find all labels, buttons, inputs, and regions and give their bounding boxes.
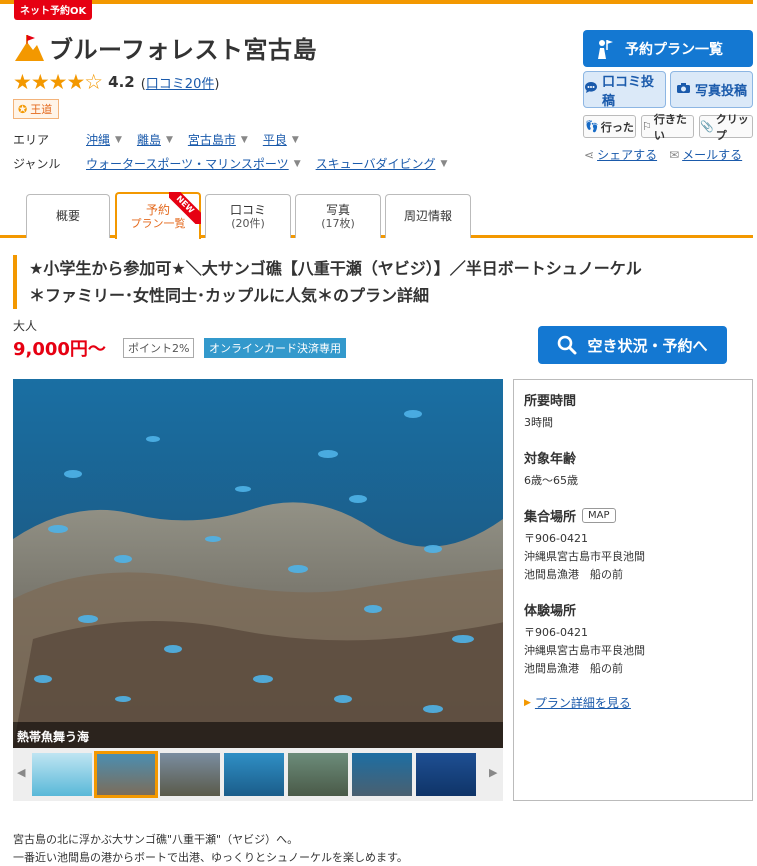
triangle-right-icon: ▶: [524, 697, 531, 708]
prev-arrow-icon[interactable]: ◀: [17, 766, 25, 779]
coral-reef-image: [13, 379, 503, 748]
area-label: エリア: [13, 133, 50, 147]
genre-link-water-sports[interactable]: ウォータースポーツ・マリンスポーツ: [86, 155, 289, 172]
new-ribbon: NEW: [169, 192, 201, 224]
thumbnail[interactable]: [32, 753, 92, 796]
thumbnail[interactable]: [224, 753, 284, 796]
duration-value: 3時間: [524, 416, 553, 429]
tab-overview[interactable]: 概要: [26, 194, 110, 238]
title-row: ブルーフォレスト宮古島: [13, 30, 317, 65]
oudo-tag: ✪ 王道: [13, 99, 60, 119]
map-button[interactable]: MAP: [582, 508, 616, 523]
clip-button[interactable]: 📎 クリップ: [699, 113, 753, 142]
speech-bubble-icon: [584, 81, 598, 98]
thumbnail[interactable]: [94, 751, 158, 798]
search-icon: [558, 335, 577, 355]
tab-reviews[interactable]: 口コミ (20件): [205, 194, 291, 238]
caret-down-icon[interactable]: ▼: [115, 135, 122, 145]
duration-label: 所要時間: [524, 394, 577, 409]
tab-plan-list[interactable]: 予約 プラン一覧 NEW: [115, 192, 201, 239]
age-label: 対象年齢: [524, 452, 577, 467]
plan-detail-row: ▶ プラン詳細を見る: [524, 694, 742, 711]
mail-icon: ✉: [669, 147, 680, 162]
genre-link-scuba[interactable]: スキューバダイビング: [316, 155, 436, 172]
share-icon: ⋖: [584, 147, 595, 162]
plan-detail-link[interactable]: プラン詳細を見る: [535, 694, 631, 711]
header-accent-bar: [0, 0, 753, 4]
availability-button[interactable]: 空き状況・予約へ: [538, 326, 727, 364]
area-row: エリア 沖縄 ▼ 離島 ▼ 宮古島市 ▼ 平良 ▼: [13, 131, 314, 148]
area-link-ritou[interactable]: 離島: [137, 131, 161, 148]
genre-label: ジャンル: [13, 157, 61, 171]
medal-icon: ✪: [18, 102, 28, 116]
caret-down-icon[interactable]: ▼: [441, 159, 448, 169]
next-arrow-icon[interactable]: ▶: [489, 766, 497, 779]
plan-title: ★小学生から参加可★＼大サンゴ礁【八重干瀬（ヤビジ）】／半日ボートシュノーケル …: [13, 255, 753, 309]
age-value: 6歳〜65歳: [524, 474, 578, 487]
meeting-place-address: 〒906-0421 沖縄県宮古島市平良池間 池間島漁港 船の前: [524, 532, 645, 581]
thumbnail[interactable]: [288, 753, 348, 796]
price-value: 9,000円〜: [13, 339, 106, 360]
area-link-okinawa[interactable]: 沖縄: [86, 131, 110, 148]
plan-description: 宮古島の北に浮かぶ大サンゴ礁"八重干瀬"（ヤビジ）へ。 一番近い池間島の港からボ…: [13, 833, 408, 864]
meeting-place-heading: 集合場所 MAP: [524, 506, 742, 525]
points-badge: ポイント2%: [123, 338, 195, 358]
reviews-link[interactable]: 口コミ20件: [146, 77, 215, 92]
thumbnail[interactable]: [352, 753, 412, 796]
share-link[interactable]: シェアする: [597, 146, 657, 163]
caret-down-icon[interactable]: ▼: [241, 135, 248, 145]
caret-down-icon[interactable]: ▼: [292, 135, 299, 145]
reviews-count: (口コミ20件): [140, 76, 220, 92]
thumbnail[interactable]: [160, 753, 220, 796]
rating-score: 4.2: [108, 73, 135, 91]
person-flag-icon: [598, 39, 613, 59]
caret-down-icon[interactable]: ▼: [166, 135, 173, 145]
photo-caption: 熱帯魚舞う海: [13, 722, 503, 748]
thumbnail-strip: ◀ ▶: [13, 748, 503, 801]
review-post-button[interactable]: 口コミ投稿: [583, 71, 666, 109]
mail-link[interactable]: メールする: [682, 146, 742, 163]
rating-row: ★★★★☆ 4.2 (口コミ20件): [13, 70, 219, 94]
camera-icon: [676, 82, 691, 98]
footprint-icon: 👣: [585, 120, 599, 133]
online-card-badge: オンラインカード決済専用: [204, 338, 346, 358]
thumbnail[interactable]: [416, 753, 476, 796]
flag-icon: ⚐: [642, 120, 652, 133]
paperclip-icon: 📎: [700, 120, 714, 133]
area-link-hirara[interactable]: 平良: [263, 131, 287, 148]
tab-bar: 概要 予約 プラン一覧 NEW 口コミ (20件) 写真 (17枚) 周辺情報: [0, 192, 753, 239]
caret-down-icon[interactable]: ▼: [294, 159, 301, 169]
net-booking-badge: ネット予約OK: [14, 0, 93, 20]
want-to-go-button[interactable]: ⚐ 行きたい: [641, 113, 694, 142]
price-label: 大人: [13, 319, 38, 333]
photo-post-button[interactable]: 写真投稿: [670, 71, 753, 108]
share-row: ⋖ シェアする ✉ メールする: [584, 146, 742, 163]
plan-list-button[interactable]: 予約プラン一覧: [583, 30, 753, 67]
mountain-flag-icon: [15, 34, 44, 61]
main-photo[interactable]: 熱帯魚舞う海: [13, 379, 503, 748]
area-link-miyakojima[interactable]: 宮古島市: [188, 131, 236, 148]
venue-label: 体験場所: [524, 604, 577, 619]
rating-stars-icon: ★★★★☆: [13, 70, 103, 94]
venue-address: 〒906-0421 沖縄県宮古島市平良池間 池間島漁港 船の前: [524, 626, 645, 675]
page-title: ブルーフォレスト宮古島: [49, 36, 318, 64]
genre-row: ジャンル ウォータースポーツ・マリンスポーツ ▼ スキューバダイビング ▼: [13, 155, 462, 172]
went-button[interactable]: 👣 行った: [583, 115, 636, 138]
tab-photos[interactable]: 写真 (17枚): [295, 194, 381, 238]
tab-nearby[interactable]: 周辺情報: [385, 194, 471, 238]
plan-info-box: 所要時間 3時間 対象年齢 6歳〜65歳 集合場所 MAP 〒906-0421 …: [513, 379, 753, 801]
